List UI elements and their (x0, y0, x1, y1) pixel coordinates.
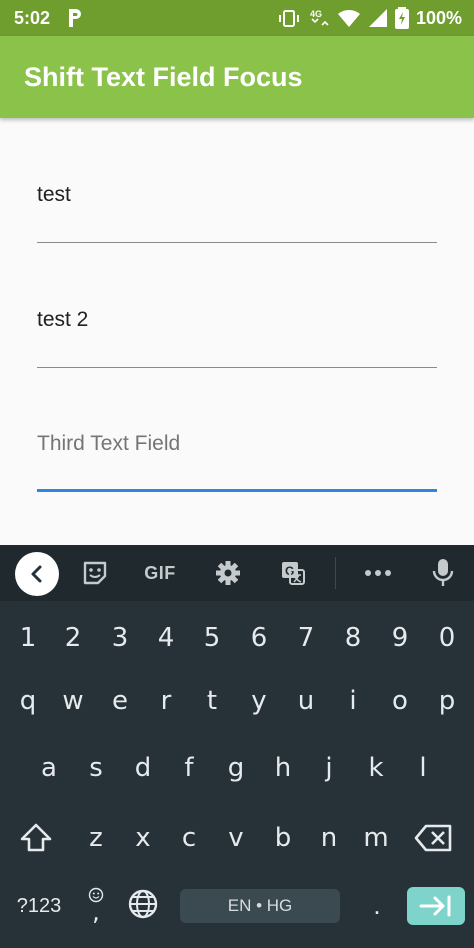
vibrate-icon (278, 10, 299, 27)
key-4[interactable]: 4 (144, 613, 188, 663)
text-field-1-underline (37, 242, 437, 243)
status-bar: 5:02 4G 100% (0, 0, 474, 36)
status-icons: 4G 100% (277, 7, 462, 29)
key-8[interactable]: 8 (331, 613, 375, 663)
keyboard-back-button[interactable] (15, 552, 59, 596)
battery-charging-icon (394, 7, 409, 29)
key-a[interactable]: a (27, 743, 71, 793)
cell-signal-icon (368, 9, 387, 27)
key-u[interactable]: u (284, 676, 328, 726)
language-key[interactable] (121, 879, 165, 929)
key-q[interactable]: q (6, 676, 50, 726)
chevron-left-icon (31, 565, 42, 583)
key-m[interactable]: m (354, 813, 398, 863)
backspace-key[interactable] (412, 813, 456, 863)
text-field-2-value: test 2 (37, 308, 89, 331)
enter-key[interactable] (407, 887, 465, 925)
key-c[interactable]: c (167, 813, 211, 863)
gif-button[interactable]: GIF (140, 553, 180, 593)
key-d[interactable]: d (121, 743, 165, 793)
voice-input-button[interactable] (423, 553, 463, 593)
key-7[interactable]: 7 (284, 613, 328, 663)
key-o[interactable]: o (378, 676, 422, 726)
key-6[interactable]: 6 (237, 613, 281, 663)
status-time: 5:02 (14, 8, 51, 28)
key-e[interactable]: e (98, 676, 142, 726)
key-y[interactable]: y (237, 676, 281, 726)
symbols-key[interactable]: ?123 (8, 889, 70, 923)
key-2[interactable]: 2 (51, 613, 95, 663)
toolbar-divider (335, 557, 336, 589)
key-3[interactable]: 3 (98, 613, 142, 663)
key-v[interactable]: v (214, 813, 258, 863)
text-field-2-underline (37, 367, 437, 368)
key-b[interactable]: b (261, 813, 305, 863)
shift-icon (20, 823, 52, 852)
sticker-icon (83, 561, 107, 585)
wifi-icon (337, 9, 360, 27)
parking-app-icon (69, 9, 81, 27)
globe-icon (128, 889, 158, 919)
more-button[interactable] (358, 553, 398, 593)
text-field-3-underline (37, 489, 437, 492)
more-horizontal-icon (365, 570, 391, 576)
key-n[interactable]: n (307, 813, 351, 863)
text-field-2[interactable]: test 2 (37, 308, 437, 368)
key-w[interactable]: w (51, 676, 95, 726)
key-f[interactable]: f (167, 743, 211, 793)
app-title: Shift Text Field Focus (24, 62, 303, 92)
keyboard-toolbar: GIF G (0, 545, 474, 601)
key-z[interactable]: z (74, 813, 118, 863)
key-1[interactable]: 1 (6, 613, 50, 663)
translate-icon: G (282, 562, 305, 585)
sticker-button[interactable] (75, 553, 115, 593)
key-p[interactable]: p (425, 676, 469, 726)
key-i[interactable]: i (331, 676, 375, 726)
period-key[interactable]: . (360, 885, 394, 925)
key-0[interactable]: 0 (425, 613, 469, 663)
soft-keyboard: GIF G 1 2 3 4 5 6 7 8 9 0 q w e r t y u … (0, 545, 474, 948)
battery-percent: 100% (415, 7, 462, 28)
key-s[interactable]: s (74, 743, 118, 793)
backspace-icon (414, 824, 452, 852)
space-bar[interactable]: EN • HG (180, 889, 340, 923)
shift-key[interactable] (14, 813, 58, 863)
tab-next-icon (419, 895, 451, 917)
key-x[interactable]: x (121, 813, 165, 863)
key-r[interactable]: r (144, 676, 188, 726)
gif-label: GIF (144, 562, 176, 583)
key-k[interactable]: k (354, 743, 398, 793)
key-9[interactable]: 9 (378, 613, 422, 663)
emoji-comma-key[interactable]: , (74, 879, 118, 929)
key-j[interactable]: j (307, 743, 351, 793)
key-5[interactable]: 5 (190, 613, 234, 663)
text-field-1-value: test (37, 183, 71, 206)
key-h[interactable]: h (261, 743, 305, 793)
translate-button[interactable]: G (273, 553, 313, 593)
app-bar: Shift Text Field Focus (0, 36, 474, 118)
text-field-3[interactable] (37, 432, 437, 492)
key-t[interactable]: t (190, 676, 234, 726)
gear-icon (216, 561, 240, 585)
comma-label: , (92, 898, 100, 926)
settings-button[interactable] (208, 553, 248, 593)
text-field-1[interactable]: test (37, 183, 437, 243)
key-g[interactable]: g (214, 743, 258, 793)
microphone-icon (432, 559, 454, 586)
key-l[interactable]: l (401, 743, 445, 793)
svg-text:4G: 4G (310, 9, 322, 19)
network-4g-icon: 4G (310, 9, 329, 26)
third-text-field-input[interactable] (37, 432, 437, 456)
